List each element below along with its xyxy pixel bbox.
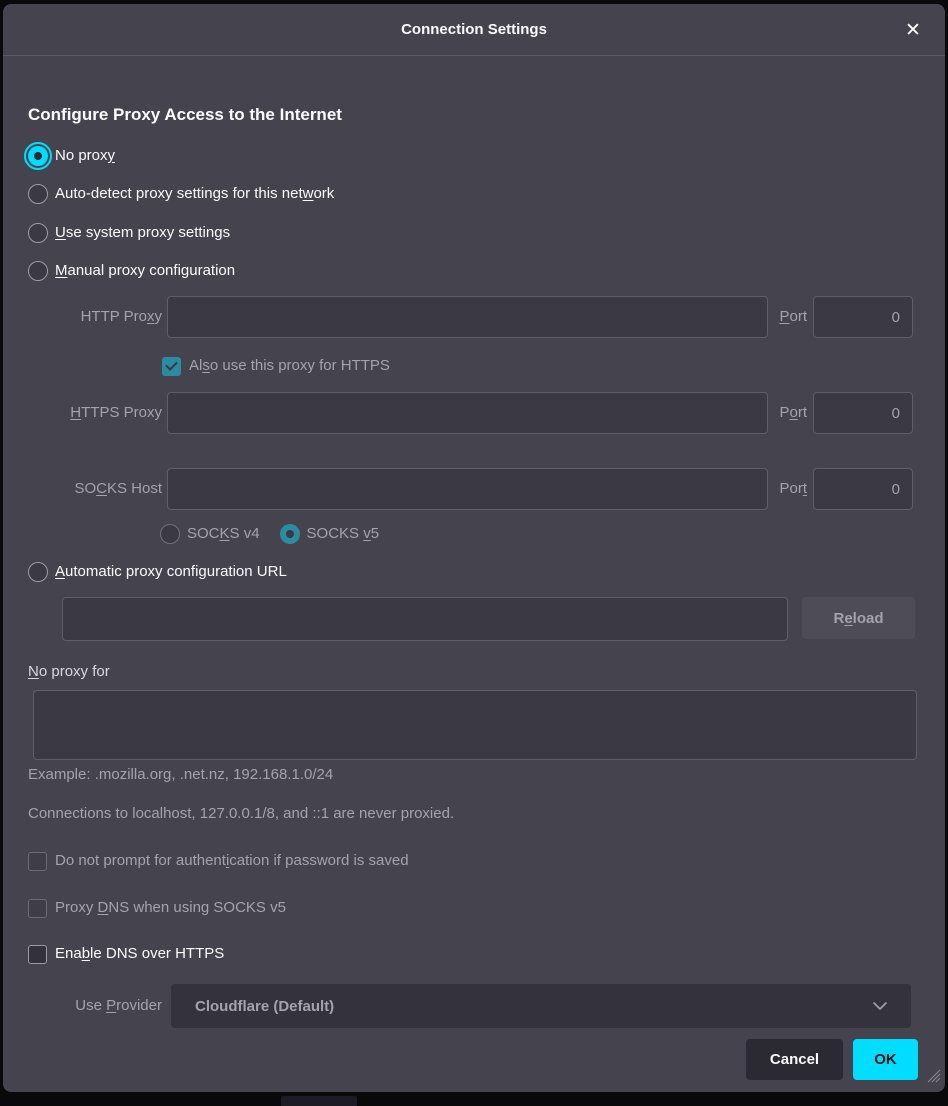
radio-row-auto-detect[interactable]: Auto-detect proxy settings for this netw… (28, 182, 334, 206)
connection-settings-dialog: Connection Settings ✕ Configure Proxy Ac… (3, 4, 945, 1092)
proxy-dns-label: Proxy DNS when using SOCKS v5 (55, 896, 286, 920)
no-proxy-for-label: No proxy for (28, 659, 110, 683)
radio-auto-url-label: Automatic proxy configuration URL (55, 560, 287, 584)
no-proxy-for-textarea[interactable] (33, 690, 917, 760)
https-proxy-label: HTTPS Proxy (28, 392, 162, 434)
socks-host-label: SOCKS Host (28, 468, 162, 510)
auto-url-input[interactable] (62, 597, 788, 641)
socks-port-input[interactable] (813, 468, 913, 510)
provider-selected-value: Cloudflare (Default) (195, 998, 334, 1015)
radio-row-no-proxy[interactable]: No proxy (28, 144, 115, 168)
option-row-enable-doh[interactable]: Enable DNS over HTTPS (28, 942, 224, 966)
socks-host-input[interactable] (167, 468, 768, 510)
reload-button[interactable]: Reload (802, 597, 915, 639)
provider-dropdown[interactable]: Cloudflare (Default) (171, 984, 911, 1028)
radio-auto-detect-label: Auto-detect proxy settings for this netw… (55, 182, 334, 206)
radio-auto-url[interactable] (28, 562, 48, 582)
proxy-dns-checkbox[interactable] (28, 899, 47, 918)
also-https-row[interactable]: Also use this proxy for HTTPS (162, 354, 390, 378)
https-port-input[interactable] (813, 392, 913, 434)
close-icon[interactable]: ✕ (897, 14, 929, 46)
https-proxy-row: HTTPS Proxy Port (3, 392, 945, 434)
https-port-label: Port (760, 392, 807, 434)
ok-button[interactable]: OK (853, 1039, 918, 1080)
socks-version-row: SOCKS v4 SOCKS v5 (160, 522, 379, 546)
no-proxy-example-text: Example: .mozilla.org, .net.nz, 192.168.… (28, 762, 333, 786)
no-proxy-note-text: Connections to localhost, 127.0.0.1/8, a… (28, 801, 454, 825)
also-https-label: Also use this proxy for HTTPS (189, 354, 390, 378)
radio-no-proxy[interactable] (28, 146, 48, 166)
resize-grip-icon[interactable] (927, 1069, 941, 1087)
socks-host-row: SOCKS Host Port (3, 468, 945, 510)
radio-socks-v4-label: SOCKS v4 (187, 522, 260, 546)
http-port-label: Port (760, 296, 807, 338)
radio-system-proxy[interactable] (28, 223, 48, 243)
background-page-fragment (281, 1096, 357, 1106)
radio-socks-v4[interactable] (160, 524, 180, 544)
radio-row-auto-url[interactable]: Automatic proxy configuration URL (28, 560, 287, 584)
option-row-no-prompt-auth: Do not prompt for authentication if pass… (28, 849, 409, 873)
enable-doh-checkbox[interactable] (28, 945, 47, 964)
provider-row: Use Provider Cloudflare (Default) (3, 984, 945, 1028)
radio-no-proxy-label: No proxy (55, 144, 115, 168)
radio-auto-detect[interactable] (28, 184, 48, 204)
section-header: Configure Proxy Access to the Internet (28, 105, 342, 125)
no-prompt-auth-label: Do not prompt for authentication if pass… (55, 849, 409, 873)
option-row-proxy-dns: Proxy DNS when using SOCKS v5 (28, 896, 286, 920)
radio-row-system-proxy[interactable]: Use system proxy settings (28, 221, 230, 245)
radio-system-proxy-label: Use system proxy settings (55, 221, 230, 245)
provider-label: Use Provider (28, 984, 162, 1028)
http-proxy-row: HTTP Proxy Port (3, 296, 945, 338)
no-prompt-auth-checkbox[interactable] (28, 852, 47, 871)
radio-socks-v5[interactable] (280, 524, 300, 544)
also-https-checkbox[interactable] (162, 357, 181, 376)
radio-manual-proxy[interactable] (28, 261, 48, 281)
radio-row-manual-proxy[interactable]: Manual proxy configuration (28, 259, 235, 283)
http-proxy-label: HTTP Proxy (28, 296, 162, 338)
auto-url-row: Reload (3, 597, 945, 641)
dialog-title: Connection Settings (401, 21, 547, 38)
http-proxy-input[interactable] (167, 296, 768, 338)
http-port-input[interactable] (813, 296, 913, 338)
radio-socks-v5-label: SOCKS v5 (307, 522, 380, 546)
cancel-button[interactable]: Cancel (746, 1039, 843, 1080)
radio-manual-proxy-label: Manual proxy configuration (55, 259, 235, 283)
dialog-titlebar: Connection Settings ✕ (3, 4, 945, 56)
chevron-down-icon (871, 998, 889, 1018)
https-proxy-input[interactable] (167, 392, 768, 434)
enable-doh-label: Enable DNS over HTTPS (55, 942, 224, 966)
dialog-footer: Cancel OK (3, 1039, 945, 1080)
socks-port-label: Port (760, 468, 807, 510)
